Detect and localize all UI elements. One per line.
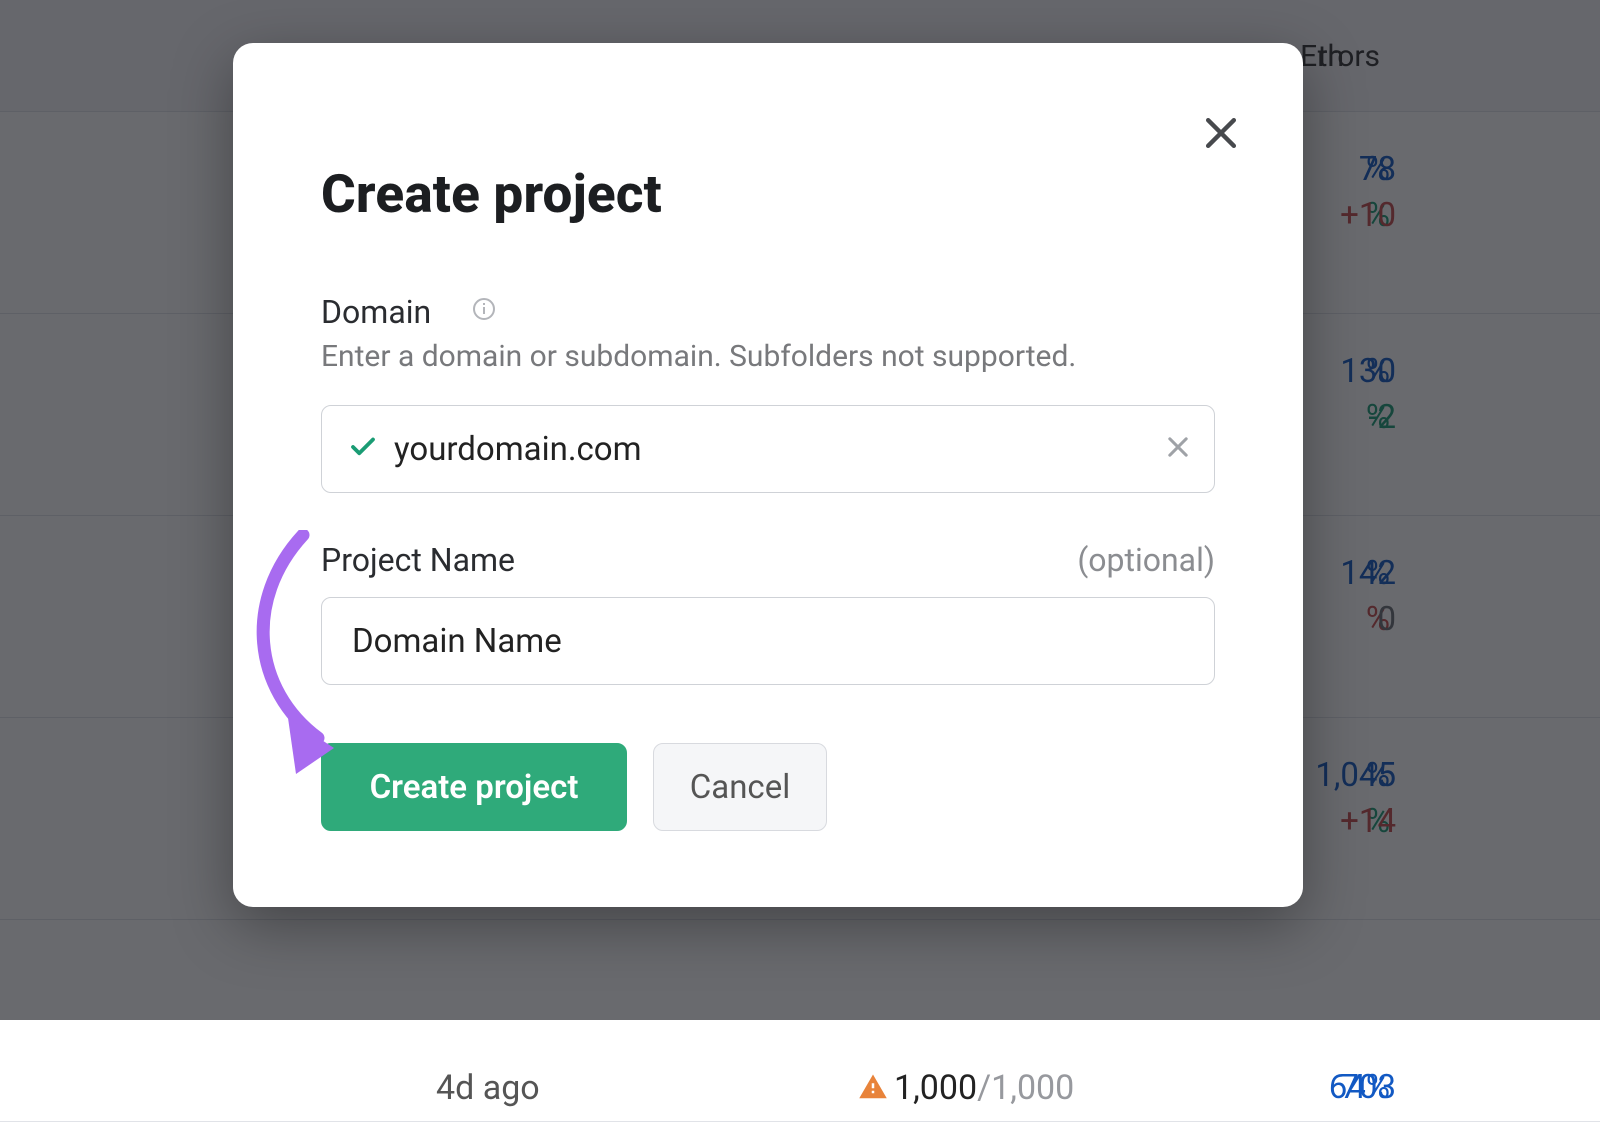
warning-icon bbox=[858, 1072, 888, 1106]
crawl-quota: 1,000/1,000 bbox=[894, 1068, 1074, 1108]
last-updated: 4d ago bbox=[436, 1068, 540, 1108]
project-name-label: Project Name bbox=[321, 541, 515, 579]
domain-input[interactable] bbox=[392, 429, 1144, 470]
quota-used: 1,000 bbox=[894, 1068, 977, 1108]
close-icon[interactable] bbox=[1199, 111, 1243, 155]
create-project-button[interactable]: Create project bbox=[321, 743, 627, 831]
optional-hint: (optional) bbox=[1077, 541, 1215, 579]
modal-actions: Create project Cancel bbox=[321, 743, 827, 831]
cancel-button[interactable]: Cancel bbox=[653, 743, 827, 831]
clear-input-icon[interactable] bbox=[1164, 433, 1192, 465]
errors-value: 703 bbox=[1236, 1068, 1396, 1107]
project-name-input-wrapper[interactable] bbox=[321, 597, 1215, 685]
modal-title: Create project bbox=[321, 163, 662, 225]
info-icon[interactable] bbox=[472, 297, 496, 325]
project-name-input[interactable] bbox=[350, 621, 1214, 662]
create-project-modal: Create project Domain Enter a domain or … bbox=[233, 43, 1303, 907]
check-icon bbox=[348, 432, 378, 466]
domain-label: Domain bbox=[321, 293, 431, 331]
quota-total: /1,000 bbox=[977, 1068, 1074, 1108]
domain-input-wrapper[interactable] bbox=[321, 405, 1215, 493]
domain-help-text: Enter a domain or subdomain. Subfolders … bbox=[321, 339, 1076, 374]
